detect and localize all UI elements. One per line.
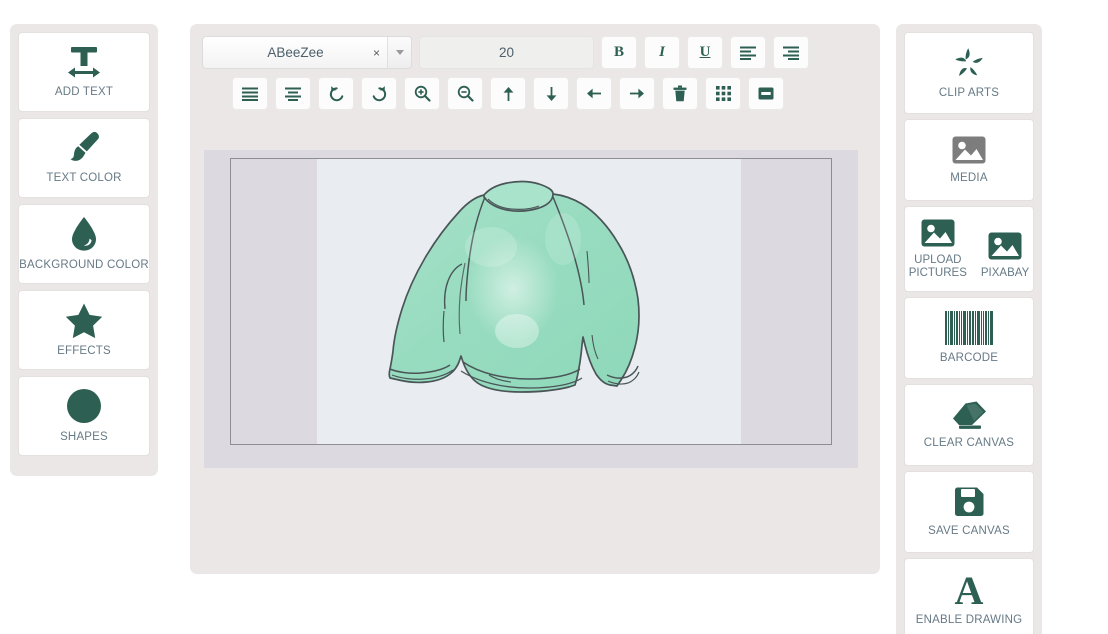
droplet-icon	[70, 216, 98, 252]
paintbrush-icon	[66, 131, 102, 165]
tool-label: ADD TEXT	[54, 86, 114, 98]
font-size-input[interactable]: 20	[419, 36, 594, 69]
eraser-icon	[950, 400, 988, 430]
canvas-stage	[204, 150, 858, 468]
tool-label: PIXABAY	[980, 267, 1030, 279]
tool-barcode[interactable]: BARCODE	[904, 297, 1034, 379]
underline-icon: U	[699, 44, 711, 60]
right-tools-panel: CLIP ARTS MEDIA UPLOAD PICTURES PIXABAY …	[896, 24, 1042, 634]
tool-label: SHAPES	[60, 431, 108, 443]
tool-label: UPLOAD PICTURES	[908, 254, 967, 279]
font-size-value: 20	[498, 45, 515, 60]
zoom-in-icon	[414, 85, 431, 102]
letter-a-icon: A	[952, 571, 986, 607]
star-icon	[65, 302, 103, 338]
align-right-icon	[783, 46, 799, 60]
rectangle-icon	[758, 87, 774, 100]
tool-clear-canvas[interactable]: CLEAR CANVAS	[904, 384, 1034, 466]
tool-label: BACKGROUND COLOR	[19, 259, 149, 271]
move-down-button[interactable]	[533, 77, 569, 110]
tool-clip-arts[interactable]: CLIP ARTS	[904, 32, 1034, 114]
app-root: ADD TEXT TEXT COLOR BACKGROUND COLOR EFF…	[0, 0, 1108, 634]
chevron-down-icon[interactable]	[387, 37, 411, 68]
pinwheel-icon	[952, 46, 986, 80]
zoom-out-icon	[457, 85, 474, 102]
align-justify-button[interactable]	[232, 77, 268, 110]
tool-effects[interactable]: EFFECTS	[18, 290, 150, 370]
bold-icon: B	[613, 44, 624, 60]
tool-label: MEDIA	[950, 172, 988, 184]
zoom-in-button[interactable]	[404, 77, 440, 110]
delete-button[interactable]	[662, 77, 698, 110]
align-center-icon	[285, 87, 301, 101]
redo-icon	[371, 85, 388, 102]
clear-font-icon[interactable]: ×	[366, 47, 387, 59]
tool-enable-drawing[interactable]: A ENABLE DRAWING	[904, 558, 1034, 634]
tool-shapes[interactable]: SHAPES	[18, 376, 150, 456]
grid-button[interactable]	[705, 77, 741, 110]
toolbar-row-2	[232, 77, 868, 110]
image-icon	[951, 135, 987, 165]
bold-button[interactable]: B	[601, 36, 637, 69]
font-family-value: ABeeZee	[267, 45, 324, 60]
tool-pixabay[interactable]: PIXABAY	[981, 231, 1029, 280]
tool-add-text[interactable]: ADD TEXT	[18, 32, 150, 112]
align-right-button[interactable]	[773, 36, 809, 69]
align-left-button[interactable]	[730, 36, 766, 69]
tool-label: SAVE CANVAS	[928, 525, 1010, 537]
align-justify-icon	[242, 87, 258, 101]
move-up-button[interactable]	[490, 77, 526, 110]
move-right-button[interactable]	[619, 77, 655, 110]
tool-label: CLIP ARTS	[938, 87, 1000, 99]
tool-upload-group: UPLOAD PICTURES PIXABAY	[904, 206, 1034, 292]
tool-label: ENABLE DRAWING	[915, 614, 1023, 626]
undo-icon	[328, 85, 345, 102]
trash-icon	[673, 85, 687, 102]
tool-label: BARCODE	[939, 352, 999, 364]
circle-icon	[66, 388, 102, 424]
sweater-illustration	[388, 180, 640, 393]
tool-label: EFFECTS	[57, 345, 111, 357]
arrow-down-icon	[544, 86, 559, 102]
left-tools-panel: ADD TEXT TEXT COLOR BACKGROUND COLOR EFF…	[10, 24, 158, 476]
align-center-button[interactable]	[275, 77, 311, 110]
zoom-out-button[interactable]	[447, 77, 483, 110]
undo-button[interactable]	[318, 77, 354, 110]
tool-background-color[interactable]: BACKGROUND COLOR	[18, 204, 150, 284]
floppy-disk-icon	[953, 486, 985, 518]
toolbar-row-1: ABeeZee × 20 B I U	[202, 36, 868, 69]
rectangle-button[interactable]	[748, 77, 784, 110]
tool-label: TEXT COLOR	[46, 172, 122, 184]
arrow-left-icon	[586, 86, 602, 101]
redo-button[interactable]	[361, 77, 397, 110]
canvas-artboard[interactable]	[317, 159, 741, 444]
italic-button[interactable]: I	[644, 36, 680, 69]
svg-text:A: A	[955, 571, 984, 607]
arrow-up-icon	[501, 86, 516, 102]
image-icon	[920, 218, 956, 248]
tool-label: CLEAR CANVAS	[923, 437, 1015, 449]
tool-upload-pictures[interactable]: UPLOAD PICTURES	[909, 218, 967, 280]
image-icon	[987, 231, 1023, 261]
grid-icon	[715, 86, 731, 101]
arrow-right-icon	[629, 86, 645, 101]
editor-panel: ABeeZee × 20 B I U	[190, 24, 880, 574]
barcode-icon	[945, 311, 993, 345]
text-resize-icon	[65, 45, 103, 79]
tool-media[interactable]: MEDIA	[904, 119, 1034, 201]
canvas-mat[interactable]	[230, 158, 832, 445]
underline-button[interactable]: U	[687, 36, 723, 69]
tool-text-color[interactable]: TEXT COLOR	[18, 118, 150, 198]
italic-icon: I	[659, 44, 665, 60]
move-left-button[interactable]	[576, 77, 612, 110]
tool-save-canvas[interactable]: SAVE CANVAS	[904, 471, 1034, 553]
align-left-icon	[740, 46, 756, 60]
font-family-select[interactable]: ABeeZee ×	[202, 36, 412, 69]
